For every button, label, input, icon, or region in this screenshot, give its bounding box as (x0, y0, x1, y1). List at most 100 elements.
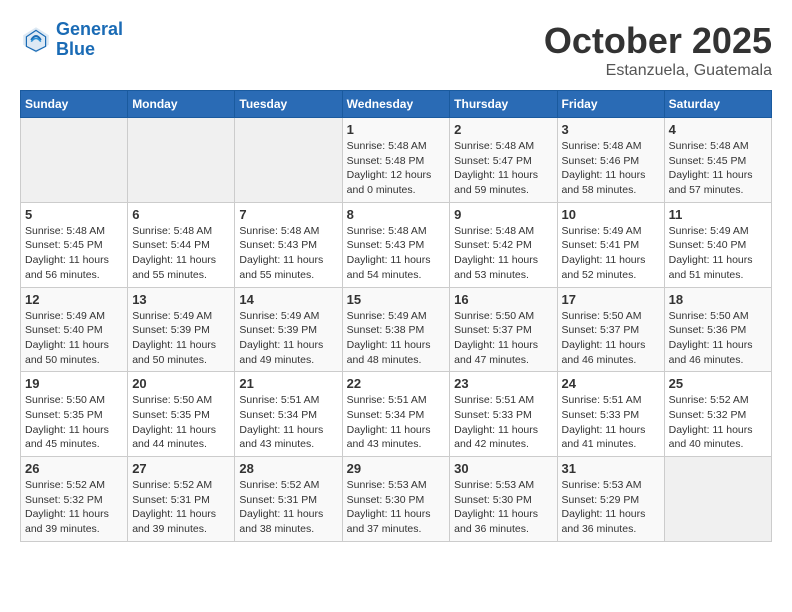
logo-text: General Blue (56, 20, 123, 60)
day-number: 29 (347, 461, 446, 476)
day-number: 7 (239, 207, 337, 222)
calendar-cell: 5 Sunrise: 5:48 AM Sunset: 5:45 PM Daylig… (21, 202, 128, 287)
day-number: 3 (562, 122, 660, 137)
calendar-cell: 10 Sunrise: 5:49 AM Sunset: 5:41 PM Dayli… (557, 202, 664, 287)
day-info: Sunrise: 5:48 AM Sunset: 5:48 PM Dayligh… (347, 139, 446, 198)
page-header: General Blue October 2025 Estanzuela, Gu… (20, 20, 772, 80)
calendar-cell: 12 Sunrise: 5:49 AM Sunset: 5:40 PM Dayli… (21, 287, 128, 372)
day-number: 2 (454, 122, 552, 137)
calendar-cell: 28 Sunrise: 5:52 AM Sunset: 5:31 PM Dayli… (235, 457, 342, 542)
day-info: Sunrise: 5:48 AM Sunset: 5:43 PM Dayligh… (239, 224, 337, 283)
day-info: Sunrise: 5:48 AM Sunset: 5:46 PM Dayligh… (562, 139, 660, 198)
calendar-cell: 8 Sunrise: 5:48 AM Sunset: 5:43 PM Daylig… (342, 202, 450, 287)
calendar-cell: 11Sunrise: 5:49 AM Sunset: 5:40 PM Dayli… (664, 202, 771, 287)
day-number: 25 (669, 376, 767, 391)
calendar-cell: 23 Sunrise: 5:51 AM Sunset: 5:33 PM Dayli… (450, 372, 557, 457)
day-info: Sunrise: 5:51 AM Sunset: 5:33 PM Dayligh… (454, 393, 552, 452)
day-number: 17 (562, 292, 660, 307)
calendar-table: SundayMondayTuesdayWednesdayThursdayFrid… (20, 90, 772, 542)
calendar-week-3: 12 Sunrise: 5:49 AM Sunset: 5:40 PM Dayli… (21, 287, 772, 372)
calendar-cell: 31Sunrise: 5:53 AM Sunset: 5:29 PM Dayli… (557, 457, 664, 542)
month-title: October 2025 (544, 20, 772, 62)
day-info: Sunrise: 5:49 AM Sunset: 5:38 PM Dayligh… (347, 309, 446, 368)
logo-icon (20, 24, 52, 56)
day-number: 23 (454, 376, 552, 391)
calendar-cell: 22Sunrise: 5:51 AM Sunset: 5:34 PM Dayli… (342, 372, 450, 457)
day-info: Sunrise: 5:48 AM Sunset: 5:42 PM Dayligh… (454, 224, 552, 283)
day-number: 9 (454, 207, 552, 222)
day-info: Sunrise: 5:53 AM Sunset: 5:30 PM Dayligh… (347, 478, 446, 537)
weekday-header-sunday: Sunday (21, 91, 128, 118)
calendar-week-2: 5 Sunrise: 5:48 AM Sunset: 5:45 PM Daylig… (21, 202, 772, 287)
day-info: Sunrise: 5:48 AM Sunset: 5:44 PM Dayligh… (132, 224, 230, 283)
day-info: Sunrise: 5:52 AM Sunset: 5:31 PM Dayligh… (239, 478, 337, 537)
day-info: Sunrise: 5:53 AM Sunset: 5:30 PM Dayligh… (454, 478, 552, 537)
calendar-cell: 1 Sunrise: 5:48 AM Sunset: 5:48 PM Daylig… (342, 118, 450, 203)
weekday-header-thursday: Thursday (450, 91, 557, 118)
location: Estanzuela, Guatemala (544, 62, 772, 80)
calendar-cell (128, 118, 235, 203)
calendar-cell: 27 Sunrise: 5:52 AM Sunset: 5:31 PM Dayli… (128, 457, 235, 542)
day-number: 12 (25, 292, 123, 307)
calendar-cell (235, 118, 342, 203)
calendar-cell (664, 457, 771, 542)
weekday-header-saturday: Saturday (664, 91, 771, 118)
calendar-cell: 13 Sunrise: 5:49 AM Sunset: 5:39 PM Dayli… (128, 287, 235, 372)
day-info: Sunrise: 5:51 AM Sunset: 5:34 PM Dayligh… (347, 393, 446, 452)
day-number: 27 (132, 461, 230, 476)
day-number: 5 (25, 207, 123, 222)
day-info: Sunrise: 5:51 AM Sunset: 5:34 PM Dayligh… (239, 393, 337, 452)
calendar-cell: 6Sunrise: 5:48 AM Sunset: 5:44 PM Daylig… (128, 202, 235, 287)
day-number: 16 (454, 292, 552, 307)
day-info: Sunrise: 5:52 AM Sunset: 5:31 PM Dayligh… (132, 478, 230, 537)
day-number: 13 (132, 292, 230, 307)
day-number: 8 (347, 207, 446, 222)
calendar-cell: 4Sunrise: 5:48 AM Sunset: 5:45 PM Daylig… (664, 118, 771, 203)
day-number: 21 (239, 376, 337, 391)
weekday-header-friday: Friday (557, 91, 664, 118)
day-info: Sunrise: 5:49 AM Sunset: 5:39 PM Dayligh… (132, 309, 230, 368)
calendar-cell: 29 Sunrise: 5:53 AM Sunset: 5:30 PM Dayli… (342, 457, 450, 542)
day-info: Sunrise: 5:50 AM Sunset: 5:37 PM Dayligh… (562, 309, 660, 368)
weekday-header-wednesday: Wednesday (342, 91, 450, 118)
day-info: Sunrise: 5:50 AM Sunset: 5:37 PM Dayligh… (454, 309, 552, 368)
day-number: 15 (347, 292, 446, 307)
calendar-cell (21, 118, 128, 203)
weekday-header-tuesday: Tuesday (235, 91, 342, 118)
calendar-cell: 2Sunrise: 5:48 AM Sunset: 5:47 PM Daylig… (450, 118, 557, 203)
day-number: 4 (669, 122, 767, 137)
calendar-cell: 7 Sunrise: 5:48 AM Sunset: 5:43 PM Daylig… (235, 202, 342, 287)
day-number: 24 (562, 376, 660, 391)
day-info: Sunrise: 5:50 AM Sunset: 5:36 PM Dayligh… (669, 309, 767, 368)
day-number: 14 (239, 292, 337, 307)
calendar-cell: 24 Sunrise: 5:51 AM Sunset: 5:33 PM Dayli… (557, 372, 664, 457)
logo: General Blue (20, 20, 123, 60)
day-info: Sunrise: 5:49 AM Sunset: 5:41 PM Dayligh… (562, 224, 660, 283)
day-info: Sunrise: 5:48 AM Sunset: 5:43 PM Dayligh… (347, 224, 446, 283)
day-number: 11 (669, 207, 767, 222)
day-number: 19 (25, 376, 123, 391)
day-number: 1 (347, 122, 446, 137)
calendar-cell: 15 Sunrise: 5:49 AM Sunset: 5:38 PM Dayli… (342, 287, 450, 372)
calendar-cell: 16 Sunrise: 5:50 AM Sunset: 5:37 PM Dayli… (450, 287, 557, 372)
calendar-cell: 3 Sunrise: 5:48 AM Sunset: 5:46 PM Daylig… (557, 118, 664, 203)
weekday-header-monday: Monday (128, 91, 235, 118)
day-info: Sunrise: 5:52 AM Sunset: 5:32 PM Dayligh… (669, 393, 767, 452)
calendar-cell: 19 Sunrise: 5:50 AM Sunset: 5:35 PM Dayli… (21, 372, 128, 457)
calendar-week-1: 1 Sunrise: 5:48 AM Sunset: 5:48 PM Daylig… (21, 118, 772, 203)
day-info: Sunrise: 5:50 AM Sunset: 5:35 PM Dayligh… (25, 393, 123, 452)
day-number: 28 (239, 461, 337, 476)
day-info: Sunrise: 5:51 AM Sunset: 5:33 PM Dayligh… (562, 393, 660, 452)
day-info: Sunrise: 5:53 AM Sunset: 5:29 PM Dayligh… (562, 478, 660, 537)
day-number: 20 (132, 376, 230, 391)
day-number: 10 (562, 207, 660, 222)
calendar-week-4: 19 Sunrise: 5:50 AM Sunset: 5:35 PM Dayli… (21, 372, 772, 457)
calendar-cell: 17 Sunrise: 5:50 AM Sunset: 5:37 PM Dayli… (557, 287, 664, 372)
day-info: Sunrise: 5:49 AM Sunset: 5:40 PM Dayligh… (25, 309, 123, 368)
calendar-body: 1 Sunrise: 5:48 AM Sunset: 5:48 PM Daylig… (21, 118, 772, 542)
day-info: Sunrise: 5:48 AM Sunset: 5:45 PM Dayligh… (25, 224, 123, 283)
calendar-cell: 26Sunrise: 5:52 AM Sunset: 5:32 PM Dayli… (21, 457, 128, 542)
calendar-cell: 21 Sunrise: 5:51 AM Sunset: 5:34 PM Dayli… (235, 372, 342, 457)
calendar-cell: 25 Sunrise: 5:52 AM Sunset: 5:32 PM Dayli… (664, 372, 771, 457)
title-block: October 2025 Estanzuela, Guatemala (544, 20, 772, 80)
